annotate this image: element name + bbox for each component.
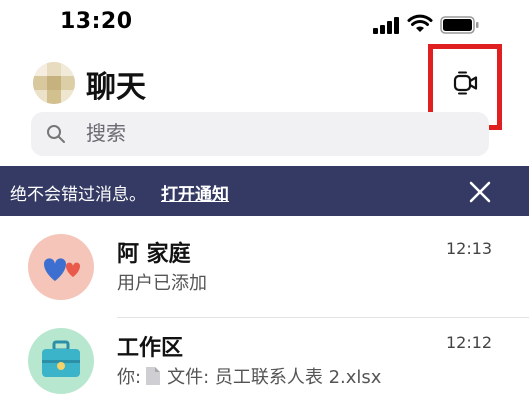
search-icon	[47, 125, 65, 143]
notification-message: 绝不会错过消息。	[10, 185, 146, 205]
file-icon	[146, 367, 161, 385]
chat-time: 12:12	[446, 333, 493, 352]
divider	[117, 317, 529, 318]
hearts-icon	[44, 258, 80, 281]
profile-avatar[interactable]	[33, 62, 75, 104]
status-time: 13:20	[60, 9, 133, 34]
status-bar: 13:20	[0, 0, 529, 48]
notification-banner: 绝不会错过消息。 打开通知	[0, 166, 529, 216]
chat-list-item[interactable]: 阿 家庭 12:13 用户已添加	[0, 226, 529, 318]
briefcase-icon	[42, 340, 80, 377]
search-input[interactable]	[86, 121, 466, 145]
search-bar[interactable]	[31, 112, 489, 156]
page-title: 聊天	[86, 70, 146, 105]
close-icon[interactable]	[466, 178, 494, 206]
chat-avatar	[28, 234, 94, 300]
video-meet-icon	[453, 71, 478, 95]
chat-preview: 用户已添加	[117, 273, 207, 294]
chat-name: 阿 家庭	[117, 242, 191, 267]
chat-preview-sender: 你:	[117, 367, 142, 388]
enable-notifications-link[interactable]: 打开通知	[161, 180, 229, 205]
cellular-signal-icon	[373, 16, 403, 34]
chat-preview-text: 文件: 员工联系人表 2.xlsx	[167, 367, 382, 388]
chat-avatar	[28, 328, 94, 394]
wifi-icon	[407, 14, 433, 32]
chat-list-item[interactable]: 工作区 12:12 你: 文件: 员工联系人表 2.xlsx	[0, 320, 529, 406]
chat-time: 12:13	[446, 239, 493, 258]
chat-name: 工作区	[117, 336, 184, 361]
chat-preview: 你: 文件: 员工联系人表 2.xlsx	[117, 363, 381, 389]
battery-icon	[440, 16, 479, 34]
